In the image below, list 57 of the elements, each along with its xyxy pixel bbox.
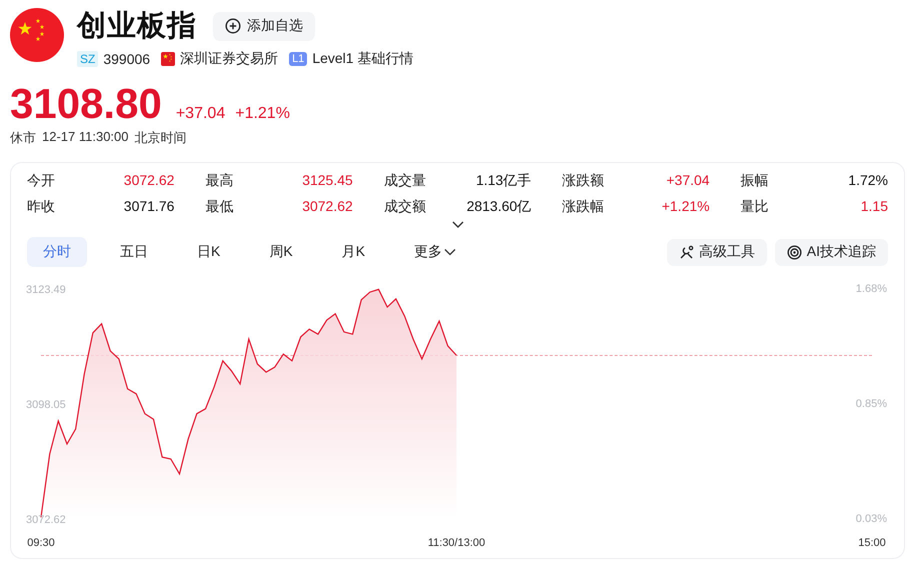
price-change: +37.04 [176, 105, 226, 123]
plus-circle-icon [225, 18, 241, 34]
timezone-label: 北京时间 [134, 129, 186, 147]
chart-tab[interactable]: 周K [253, 237, 309, 267]
y-axis-label: 3123.49 [26, 284, 66, 296]
x-axis-label: 15:00 [858, 537, 886, 549]
chart-tab[interactable]: 五日 [104, 237, 164, 267]
quote-level: Level1 基础行情 [312, 50, 414, 68]
exchange-name: 深圳证券交易所 [180, 50, 278, 68]
more-menu[interactable]: 更多 [398, 237, 472, 267]
percent-change: +1.21% [235, 105, 290, 123]
stat-value: +1.21% [662, 197, 710, 215]
ai-tracking-button[interactable]: AI技术追踪 [774, 238, 888, 266]
stat-value: +37.04 [666, 171, 710, 189]
chart-tab[interactable]: 月K [326, 237, 382, 267]
level-badge: L1 [289, 52, 308, 66]
stat-value: 1.15 [860, 197, 888, 215]
stat-value: 1.72% [848, 171, 888, 189]
chevron-down-icon [444, 248, 456, 256]
quote-time: 12-17 11:30:00 [42, 129, 128, 146]
chart-tab[interactable]: 分时 [27, 237, 87, 267]
stat-label: 最低 [205, 197, 234, 215]
stat-label: 成交量 [384, 171, 426, 189]
percent-axis-label: 1.68% [856, 282, 887, 296]
tools-icon [678, 244, 694, 260]
last-price: 3108.80 [10, 82, 162, 126]
target-icon [786, 244, 802, 260]
market-badge: SZ [77, 51, 98, 67]
x-axis-label: 11:30/13:00 [428, 537, 486, 549]
stat-value: 2813.60亿 [466, 197, 532, 215]
chevron-down-icon[interactable] [450, 220, 464, 230]
add-watchlist-button[interactable]: 添加自选 [213, 12, 315, 40]
x-axis-label: 09:30 [27, 537, 55, 549]
stat-label: 振幅 [740, 171, 769, 189]
stat-value: 3072.62 [124, 171, 174, 189]
stat-label: 最高 [205, 171, 234, 189]
stat-label: 量比 [740, 197, 769, 215]
y-axis-label: 3098.05 [26, 399, 66, 411]
stat-label: 昨收 [27, 197, 55, 215]
percent-axis-label: 0.85% [856, 397, 887, 411]
stat-label: 涨跌额 [562, 171, 604, 189]
stat-value: 3072.62 [302, 197, 353, 215]
index-code: 399006 [103, 51, 150, 67]
stat-value: 3071.76 [124, 197, 174, 215]
stat-value: 3125.45 [302, 171, 353, 189]
flag-icon [161, 52, 176, 66]
advanced-tools-button[interactable]: 高级工具 [666, 238, 767, 266]
stat-value: 1.13亿手 [476, 171, 532, 189]
chart-tab[interactable]: 日K [181, 237, 236, 267]
market-status: 休市 [10, 129, 36, 147]
index-title: 创业板指 [77, 9, 197, 44]
percent-axis-label: 0.03% [856, 512, 887, 526]
flag-icon [10, 8, 64, 62]
stat-label: 成交额 [384, 197, 426, 215]
y-axis-label: 3072.62 [26, 514, 66, 526]
stat-label: 涨跌幅 [562, 197, 604, 215]
stat-label: 今开 [27, 171, 55, 189]
